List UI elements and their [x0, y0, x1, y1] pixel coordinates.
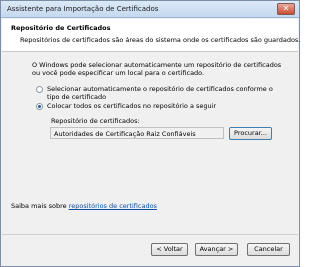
certificate-store-field: Autoridades de Certificação Raiz Confiáv…	[50, 127, 224, 139]
window-title: Assistente para Importação de Certificad…	[7, 5, 159, 13]
learn-more-prefix: Saiba mais sobre	[11, 202, 69, 210]
learn-more: Saiba mais sobre repositórios de certifi…	[11, 202, 157, 210]
browse-button[interactable]: Procurar...	[229, 127, 272, 140]
radio-button-checked[interactable]	[36, 103, 43, 110]
certificate-stores-link[interactable]: repositórios de certificados	[69, 202, 157, 210]
radio-auto-select-label[interactable]: Selecionar automaticamente o repositório…	[47, 85, 276, 101]
intro-text: O Windows pode selecionar automaticament…	[32, 61, 282, 77]
cancel-button[interactable]: Cancelar	[247, 243, 290, 256]
page-title: Repositório de Certificados	[11, 24, 111, 32]
title-bar[interactable]: Assistente para Importação de Certificad…	[1, 1, 299, 18]
wizard-window: Assistente para Importação de Certificad…	[0, 0, 300, 267]
radio-place-in-store[interactable]: Colocar todos os certificados no reposit…	[36, 102, 216, 110]
wizard-content: O Windows pode selecionar automaticament…	[2, 53, 298, 233]
footer-divider	[2, 234, 298, 235]
back-button[interactable]: < Voltar	[151, 243, 188, 256]
radio-place-in-store-label[interactable]: Colocar todos os certificados no reposit…	[47, 102, 216, 110]
page-description: Repositórios de certificados são áreas d…	[20, 36, 301, 44]
wizard-header: Repositório de Certificados Repositórios…	[2, 19, 301, 52]
next-button[interactable]: Avançar >	[195, 243, 238, 256]
radio-button-unchecked[interactable]	[36, 86, 43, 93]
close-icon: ✕	[282, 4, 290, 13]
radio-auto-select[interactable]: Selecionar automaticamente o repositório…	[36, 85, 276, 101]
certificate-store-label: Repositório de certificados:	[51, 117, 140, 125]
close-button[interactable]: ✕	[277, 3, 295, 15]
